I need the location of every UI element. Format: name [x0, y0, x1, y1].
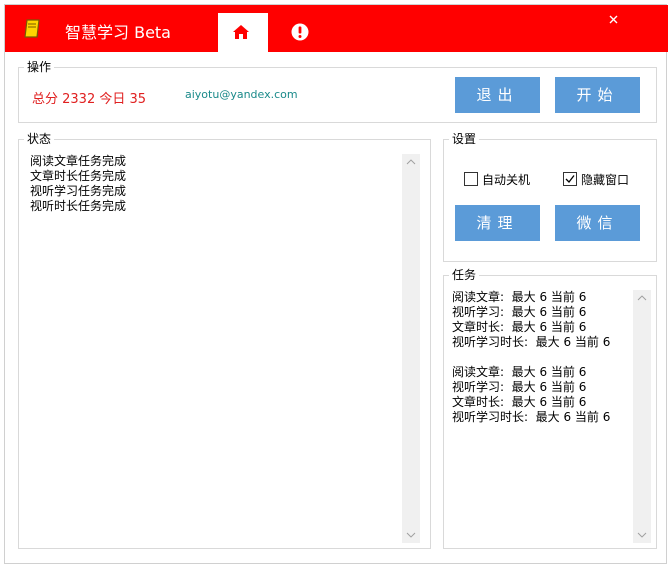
home-icon: [233, 25, 249, 39]
close-icon: [609, 15, 618, 24]
chevron-down-icon: [637, 532, 647, 538]
app-window: 智慧学习 Beta 操作 总分 2332 今日 35 aiyotu@yandex…: [4, 4, 668, 564]
status-group-title: 状态: [24, 131, 55, 147]
status-group: 状态 阅读文章任务完成 文章时长任务完成 视听学习任务完成 视听时长任务完成: [18, 131, 431, 549]
hide-window-label: 隐藏窗口: [581, 173, 630, 187]
auto-shutdown-checkbox[interactable]: 自动关机: [464, 172, 564, 188]
title-bar[interactable]: 智慧学习 Beta: [5, 5, 668, 52]
logout-button[interactable]: 退出: [455, 77, 540, 113]
hide-window-box[interactable]: [563, 172, 577, 186]
tab-alert[interactable]: [283, 17, 319, 47]
hide-window-checkbox[interactable]: 隐藏窗口: [563, 172, 653, 188]
checkmark-icon: [565, 175, 575, 183]
chevron-up-icon: [406, 159, 416, 165]
tasks-log[interactable]: 阅读文章: 最大 6 当前 6 视听学习: 最大 6 当前 6 文章时长: 最大…: [452, 290, 632, 425]
scroll-up-button[interactable]: [402, 154, 420, 170]
clean-button[interactable]: 清理: [455, 205, 540, 241]
auto-shutdown-label: 自动关机: [482, 173, 531, 187]
settings-group: 设置 自动关机 隐藏窗口 清理 微信: [443, 131, 657, 262]
scroll-down-button[interactable]: [633, 527, 651, 543]
book-icon: [22, 18, 44, 40]
tasks-group: 任务 阅读文章: 最大 6 当前 6 视听学习: 最大 6 当前 6 文章时长:…: [443, 267, 657, 549]
settings-group-title: 设置: [449, 131, 480, 147]
chevron-up-icon: [637, 295, 647, 301]
start-button[interactable]: 开始: [555, 77, 640, 113]
status-log[interactable]: 阅读文章任务完成 文章时长任务完成 视听学习任务完成 视听时长任务完成: [30, 154, 390, 214]
score-text: 总分 2332 今日 35: [32, 92, 147, 107]
window-close-button[interactable]: [601, 9, 625, 31]
status-scrollbar[interactable]: [402, 154, 420, 543]
user-email: aiyotu@yandex.com: [185, 88, 298, 101]
scroll-down-button[interactable]: [402, 527, 420, 543]
tasks-group-title: 任务: [449, 267, 480, 283]
operation-group-title: 操作: [24, 59, 55, 75]
scroll-up-button[interactable]: [633, 290, 651, 306]
alert-icon: [291, 23, 309, 41]
wechat-button[interactable]: 微信: [555, 205, 640, 241]
auto-shutdown-box[interactable]: [464, 172, 478, 186]
tab-home[interactable]: [218, 13, 268, 52]
operation-group: 操作 总分 2332 今日 35 aiyotu@yandex.com 退出 开始: [18, 59, 657, 123]
chevron-down-icon: [406, 532, 416, 538]
app-title: 智慧学习 Beta: [65, 23, 171, 42]
tasks-scrollbar[interactable]: [633, 290, 651, 543]
